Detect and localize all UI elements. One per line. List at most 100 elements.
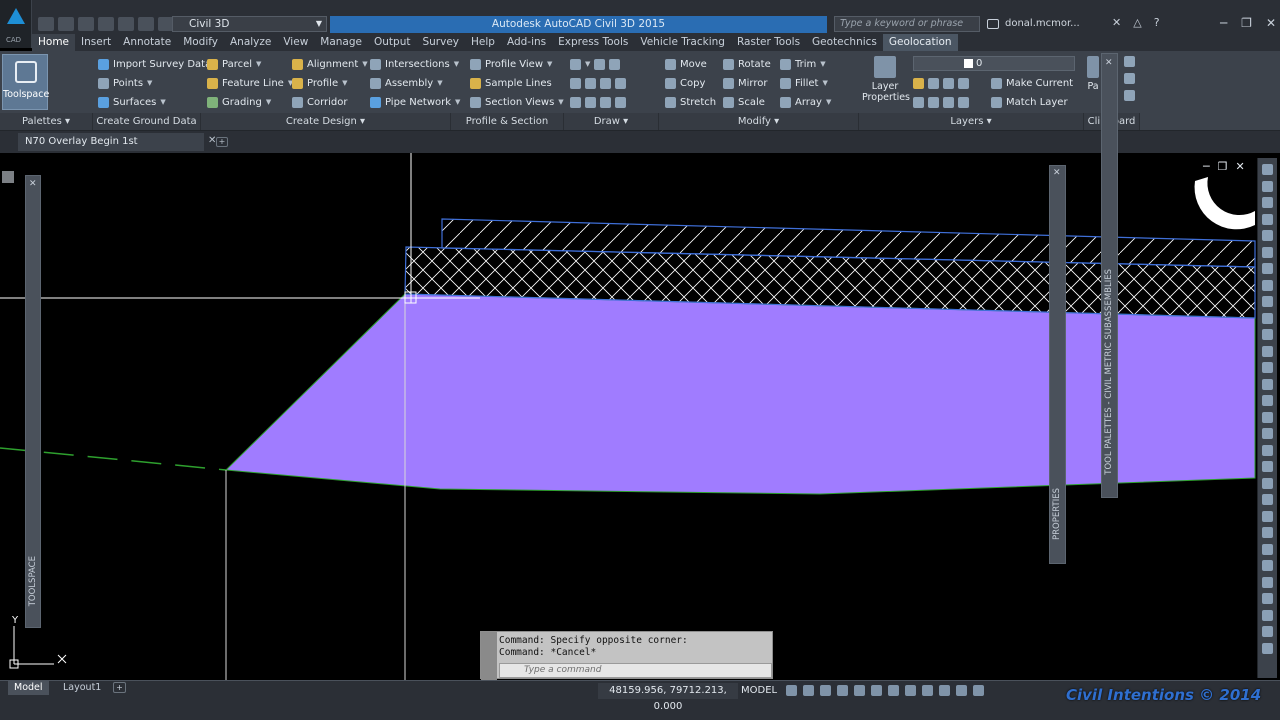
import-survey-button[interactable]: Import Survey Data <box>98 56 211 72</box>
donut-icon[interactable] <box>585 96 596 108</box>
tool-palette-icon[interactable] <box>1262 626 1273 637</box>
help-search-input[interactable]: Type a keyword or phrase <box>834 16 980 32</box>
properties-palette[interactable]: ✕ PROPERTIES <box>1049 165 1066 564</box>
panel-title-palettes[interactable]: Palettes ▾ <box>0 113 93 130</box>
tool-palette-icon[interactable] <box>1262 263 1273 274</box>
user-signin[interactable]: donal.mcmor... <box>985 16 1110 32</box>
tab-express-tools[interactable]: Express Tools <box>552 34 634 51</box>
tool-palette-icon[interactable] <box>1262 213 1273 225</box>
grid-icon[interactable] <box>786 685 797 696</box>
hatch-icon[interactable] <box>615 77 626 89</box>
tool-palette-icon[interactable] <box>1262 378 1273 390</box>
tab-modify[interactable]: Modify <box>177 34 224 51</box>
restore-icon[interactable]: ❐ <box>1241 16 1252 30</box>
tab-survey[interactable]: Survey <box>416 34 465 51</box>
parcel-button[interactable]: Parcel ▼ <box>207 56 261 72</box>
layer-properties-button[interactable]: Layer Properties <box>862 56 910 103</box>
isolate-objects-icon[interactable] <box>973 685 984 696</box>
tool-palette-icon[interactable] <box>1262 312 1273 324</box>
tab-geolocation[interactable]: Geolocation <box>882 34 958 51</box>
document-tab[interactable]: N70 Overlay Begin 1st Pass_Working* <box>18 133 204 165</box>
workspace-switch-icon[interactable] <box>956 685 967 696</box>
add-layout-button[interactable]: + <box>113 682 126 693</box>
match-layer-button[interactable]: Match Layer <box>991 94 1068 110</box>
pipe-network-button[interactable]: Pipe Network ▼ <box>370 94 460 110</box>
layer-lock-icon[interactable] <box>958 77 969 89</box>
toolspace-button[interactable]: Toolspace <box>2 54 49 110</box>
layout1-tab[interactable]: Layout1 <box>57 681 107 695</box>
otrack-icon[interactable] <box>871 685 882 696</box>
tab-output[interactable]: Output <box>368 34 416 51</box>
tab-raster-tools[interactable]: Raster Tools <box>731 34 806 51</box>
stretch-button[interactable]: Stretch <box>665 94 716 110</box>
close-icon[interactable]: ✕ <box>1105 58 1113 68</box>
points-button[interactable]: Points ▼ <box>98 75 152 91</box>
selection-cycling-icon[interactable] <box>922 685 933 696</box>
paste-button[interactable]: Pa <box>1086 56 1100 92</box>
viewport-restore-icon[interactable]: ❐ <box>1218 160 1228 173</box>
panel-title-profile-section[interactable]: Profile & Section Views <box>451 113 564 144</box>
tool-palettes-bar[interactable]: ✕ TOOL PALETTES - CIVIL METRIC SUBASSEMB… <box>1101 53 1118 498</box>
cut-icon[interactable] <box>1124 56 1135 67</box>
command-input[interactable]: Type a command <box>499 663 772 678</box>
rotate-button[interactable]: Rotate <box>723 56 771 72</box>
profile-button[interactable]: Profile ▼ <box>292 75 347 91</box>
model-tab[interactable]: Model <box>8 681 49 695</box>
tool-palette-icon[interactable] <box>1262 609 1273 621</box>
tab-home[interactable]: Home <box>32 34 76 51</box>
array-button[interactable]: Array ▼ <box>780 94 831 110</box>
panel-title-create-ground[interactable]: Create Ground Data ▾ <box>93 113 201 144</box>
tool-palette-icon[interactable] <box>1262 576 1273 588</box>
layer-merge-icon[interactable] <box>928 96 939 108</box>
tool-palette-icon[interactable] <box>1262 345 1273 357</box>
layer-previous-icon[interactable] <box>958 96 969 108</box>
intersections-button[interactable]: Intersections ▼ <box>370 56 459 72</box>
boundary-icon[interactable] <box>615 96 626 108</box>
snap-icon[interactable] <box>803 685 814 696</box>
tab-help[interactable]: Help <box>465 34 501 51</box>
toolspace-palette[interactable]: ✕ TOOLSPACE <box>25 175 41 628</box>
grading-button[interactable]: Grading ▼ <box>207 94 271 110</box>
panel-title-layers[interactable]: Layers ▾ <box>859 113 1084 130</box>
help-icon[interactable]: ? <box>1154 16 1160 29</box>
polyline-tool[interactable] <box>570 75 626 91</box>
region-icon[interactable] <box>600 96 611 108</box>
tool-palette-icon[interactable] <box>1262 510 1273 522</box>
layer-dropdown[interactable]: 0 <box>913 56 1075 71</box>
match-properties-icon[interactable] <box>1124 90 1135 101</box>
coordinate-readout[interactable]: 48159.956, 79712.213, 0.000 <box>598 683 738 712</box>
line-tool[interactable]: ▼ <box>570 56 621 72</box>
tool-palette-icon[interactable] <box>1262 197 1273 208</box>
layer-freeze-icon[interactable] <box>913 77 924 89</box>
ellipse-icon[interactable] <box>600 77 611 89</box>
layer-isolate-icon[interactable] <box>928 77 939 89</box>
close-icon[interactable]: ✕ <box>29 179 37 189</box>
tab-insert[interactable]: Insert <box>75 34 117 51</box>
tool-palette-icon[interactable] <box>1262 411 1273 423</box>
lineweight-icon[interactable] <box>888 685 899 696</box>
layer-walk-icon[interactable] <box>913 96 924 108</box>
sample-lines-button[interactable]: Sample Lines <box>470 75 552 91</box>
tool-palette-icon[interactable] <box>1262 279 1273 291</box>
model-space-toggle[interactable]: MODEL <box>741 683 777 699</box>
tool-palette-icon[interactable] <box>1262 428 1273 439</box>
tool-palette-icon[interactable] <box>1262 543 1273 555</box>
tab-analyze[interactable]: Analyze <box>224 34 277 51</box>
mirror-button[interactable]: Mirror <box>723 75 767 91</box>
spline-tool[interactable] <box>570 94 626 110</box>
corridor-button[interactable]: Corridor <box>292 94 348 110</box>
viewport-minimize-icon[interactable]: ─ <box>1203 160 1210 173</box>
new-file-icon[interactable] <box>38 17 54 31</box>
command-line-grip[interactable] <box>481 632 497 680</box>
tool-palette-icon[interactable] <box>1262 642 1273 654</box>
tab-add-ins[interactable]: Add-ins <box>501 34 552 51</box>
tool-palette-icon[interactable] <box>1262 395 1273 406</box>
fillet-button[interactable]: Fillet ▼ <box>780 75 828 91</box>
layer-delete-icon[interactable] <box>943 96 954 108</box>
profile-view-button[interactable]: Profile View ▼ <box>470 56 552 72</box>
tool-palette-icon[interactable] <box>1262 444 1273 456</box>
panel-title-modify[interactable]: Modify ▾ <box>659 113 859 130</box>
viewport-close-icon[interactable]: ✕ <box>1236 160 1245 173</box>
a360-icon[interactable]: △ <box>1133 16 1141 29</box>
tool-palette-icon[interactable] <box>1262 329 1273 340</box>
